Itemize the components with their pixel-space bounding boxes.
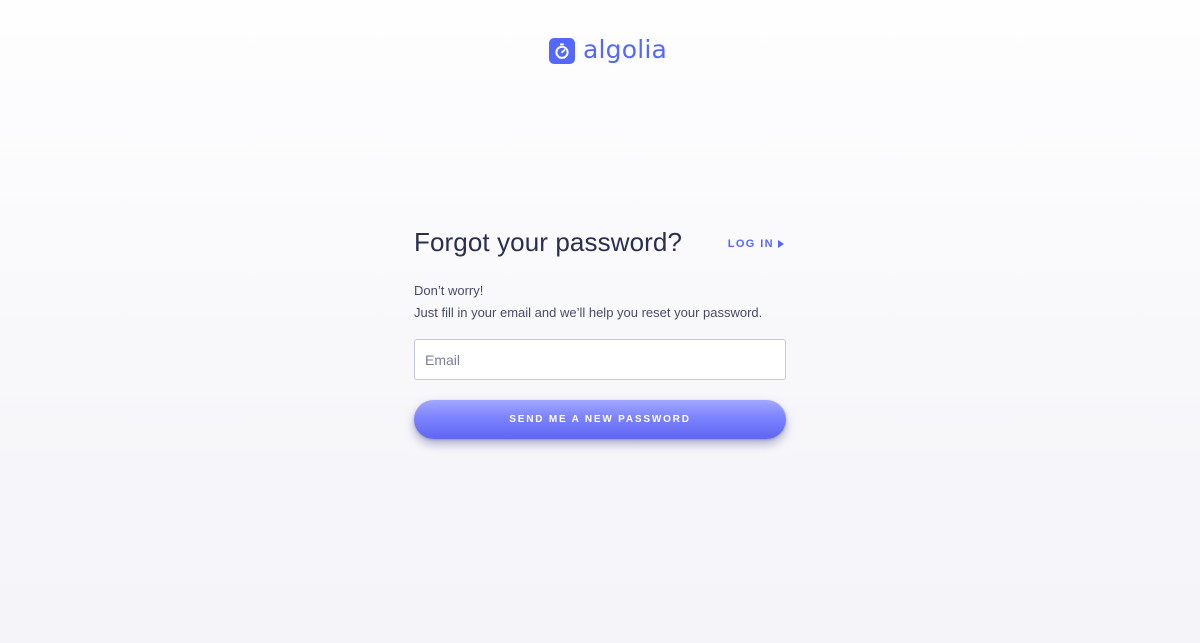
forgot-password-form: Forgot your password? LOG IN Don’t worry… <box>414 222 786 439</box>
brand-logo[interactable]: algolia <box>549 34 668 64</box>
send-new-password-button[interactable]: SEND ME A NEW PASSWORD <box>414 400 786 439</box>
description-line-2: Just fill in your email and we’ll help y… <box>414 305 763 320</box>
login-link[interactable]: LOG IN <box>728 238 784 250</box>
email-field[interactable] <box>414 339 786 380</box>
forgot-password-page: algolia Forgot your password? LOG IN Don… <box>0 0 1200 643</box>
description-line-1: Don’t worry! <box>414 283 484 298</box>
brand-name: algolia <box>583 34 668 64</box>
login-link-label: LOG IN <box>727 238 774 250</box>
form-description: Don’t worry! Just fill in your email and… <box>414 280 786 324</box>
triangle-right-icon <box>778 240 784 248</box>
page-title: Forgot your password? <box>414 226 683 257</box>
stopwatch-icon <box>549 38 575 64</box>
form-header: Forgot your password? LOG IN <box>414 222 786 262</box>
